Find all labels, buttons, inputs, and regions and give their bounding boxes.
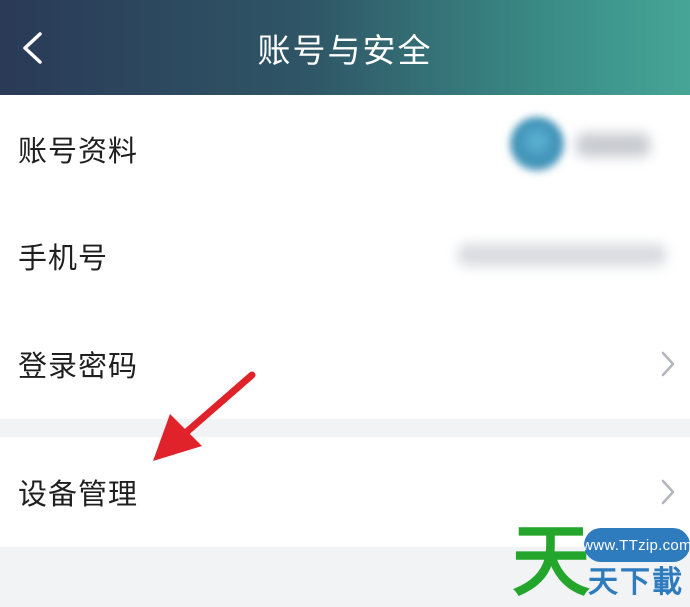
chevron-right-icon [661,479,675,505]
row-account-profile[interactable]: 账号资料 [0,95,690,202]
watermark-logo: 天 www.TTzip.com 天下載 [512,520,690,602]
top-nav-bar: 账号与安全 [0,0,690,95]
blurred-phone-value [458,244,666,266]
row-label: 账号资料 [18,133,139,168]
row-phone-number[interactable]: 手机号 [0,202,690,309]
watermark-big-char: 天 [512,516,591,607]
blurred-username [576,133,650,157]
watermark-chars: 天下載 [588,565,684,600]
page-title: 账号与安全 [257,30,433,70]
row-label: 登录密码 [18,349,139,383]
row-label: 手机号 [18,240,109,275]
row-login-password[interactable]: 登录密码 [0,309,690,419]
row-label: 设备管理 [18,477,139,511]
chevron-right-icon [661,351,675,377]
avatar[interactable] [510,117,564,171]
watermark-url: www.TTzip.com [582,528,690,562]
